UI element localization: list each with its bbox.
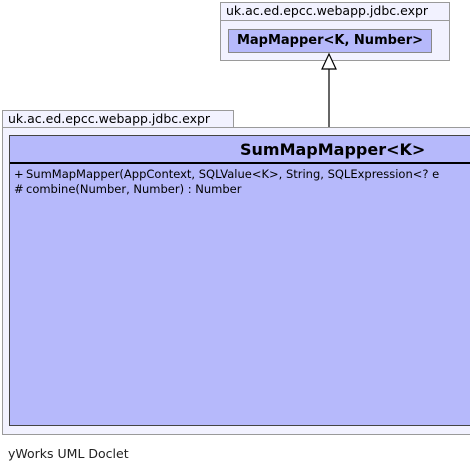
visibility-marker: # (14, 182, 24, 196)
visibility-marker: + (14, 167, 24, 181)
class-divider (10, 162, 470, 164)
member-method[interactable]: # combine(Number, Number) : Number (14, 182, 439, 197)
child-package-label: uk.ac.ed.epcc.webapp.jdbc.expr (2, 110, 234, 128)
member-signature: SumMapMapper(AppContext, SQLValue<K>, St… (26, 167, 440, 181)
generalization-arrowhead (321, 52, 337, 70)
child-class-box[interactable]: SumMapMapper<K> + SumMapMapper(AppContex… (9, 135, 470, 426)
child-class-name: SumMapMapper<K> (240, 140, 426, 159)
member-constructor[interactable]: + SumMapMapper(AppContext, SQLValue<K>, … (14, 167, 439, 182)
member-list: + SumMapMapper(AppContext, SQLValue<K>, … (14, 167, 439, 197)
footer-credit: yWorks UML Doclet (8, 446, 129, 461)
member-signature: combine(Number, Number) : Number (26, 182, 242, 196)
